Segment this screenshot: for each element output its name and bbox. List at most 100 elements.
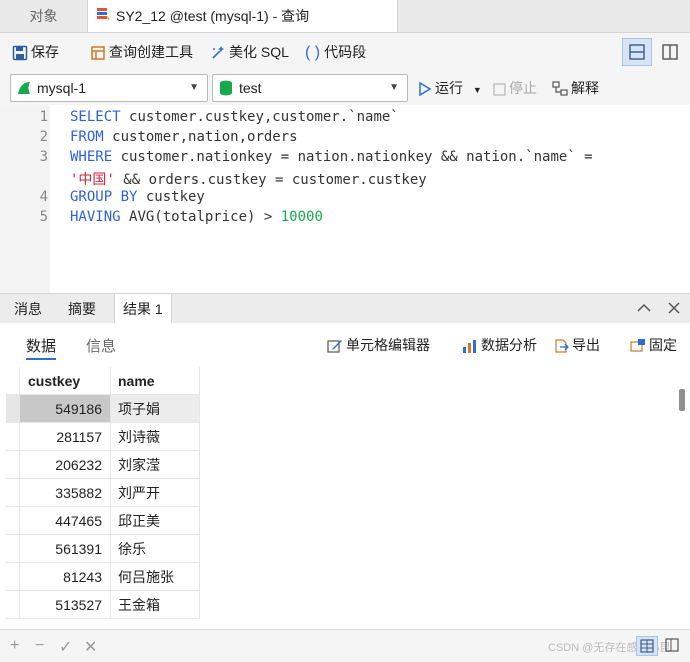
cell-custkey[interactable]: 561391: [20, 535, 111, 563]
run-button[interactable]: 运行 ▼: [418, 71, 482, 105]
pin-button[interactable]: 固定: [630, 335, 677, 355]
beautify-sql-label: 美化 SQL: [229, 44, 289, 60]
code-token: customer.nationkey = nation.nationkey &&…: [120, 149, 593, 165]
stop-icon: [493, 83, 506, 96]
status-bar: + − ✓ ✕ CSDN @无存在感的小昆: [0, 629, 690, 662]
code-token: SELECT: [70, 109, 130, 125]
sql-editor[interactable]: 1 2 3 4 5 SELECT customer.custkey,customer.`…: [0, 105, 690, 293]
row-header-corner: [6, 367, 20, 395]
cell-name[interactable]: 何吕施张: [111, 563, 200, 591]
code-token: customer,nation,orders: [112, 129, 298, 145]
code-token: && orders.custkey = customer.custkey: [114, 172, 427, 188]
result-grid[interactable]: custkey name 549186 项子娟 281157 刘诗薇 206232 刘家滢…: [0, 367, 676, 629]
split-vertical-button[interactable]: [656, 38, 684, 66]
vertical-scrollbar[interactable]: [676, 367, 688, 629]
data-analysis-button[interactable]: 数据分析: [462, 335, 537, 355]
split-vertical-icon: [662, 44, 678, 60]
row-header[interactable]: [6, 507, 20, 535]
export-label: 导出: [572, 337, 600, 353]
export-icon: [555, 339, 569, 353]
cell-name[interactable]: 刘严开: [111, 479, 200, 507]
analysis-icon: [463, 340, 476, 354]
code-token: customer.custkey,customer.`name`: [129, 109, 399, 125]
beautify-sql-button[interactable]: 美化 SQL: [210, 33, 289, 71]
result-subtabs: 数据 信息 单元格编辑器 数据分析 导出 固定: [0, 323, 690, 367]
code-line[interactable]: '中国' && orders.custkey = customer.custke…: [70, 169, 427, 189]
cell-name[interactable]: 刘诗薇: [111, 423, 200, 451]
run-dropdown-icon[interactable]: ▼: [473, 85, 482, 95]
column-header-name[interactable]: name: [111, 367, 200, 395]
parentheses-icon: ( ): [305, 44, 321, 61]
apply-changes-icon[interactable]: ✓: [59, 637, 72, 657]
save-icon: [12, 46, 28, 61]
cell-custkey[interactable]: 206232: [20, 451, 111, 479]
cell-name[interactable]: 邱正美: [111, 507, 200, 535]
cell-custkey[interactable]: 335882: [20, 479, 111, 507]
row-header[interactable]: [6, 479, 20, 507]
code-token: AVG(totalprice) >: [129, 209, 281, 225]
code-token: '中国': [70, 172, 115, 188]
cell-custkey[interactable]: 281157: [20, 423, 111, 451]
row-header[interactable]: [6, 591, 20, 619]
subtab-info[interactable]: 信息: [86, 335, 116, 356]
tab-result-1[interactable]: 结果 1: [114, 294, 172, 324]
connection-bar: mysql-1 ▼ test ▼ 运行 ▼ 停止 解释: [0, 71, 690, 105]
code-snippet-label: 代码段: [324, 44, 367, 60]
add-record-icon[interactable]: +: [10, 637, 19, 655]
row-header[interactable]: [6, 563, 20, 591]
tab-objects[interactable]: 对象: [0, 0, 88, 32]
code-line[interactable]: HAVING AVG(totalprice) > 10000: [70, 209, 323, 225]
scrollbar-thumb[interactable]: [679, 389, 685, 411]
delete-record-icon[interactable]: −: [35, 637, 44, 655]
connection-select[interactable]: mysql-1 ▼: [10, 74, 208, 102]
code-line[interactable]: WHERE customer.nationkey = nation.nation…: [70, 149, 593, 165]
split-horizontal-button[interactable]: [622, 38, 652, 66]
code-line[interactable]: FROM customer,nation,orders: [70, 129, 298, 145]
explain-button[interactable]: 解释: [552, 71, 599, 105]
cell-custkey[interactable]: 81243: [20, 563, 111, 591]
tab-messages[interactable]: 消息: [6, 294, 50, 324]
save-label: 保存: [31, 44, 59, 60]
code-line[interactable]: GROUP BY custkey: [70, 189, 205, 205]
tab-summary[interactable]: 摘要: [60, 294, 104, 324]
query-builder-button[interactable]: 查询创建工具: [90, 33, 193, 71]
code-snippet-button[interactable]: ( ) 代码段: [305, 33, 366, 71]
cell-custkey[interactable]: 549186: [20, 395, 111, 423]
row-header[interactable]: [6, 423, 20, 451]
stop-button[interactable]: 停止: [493, 71, 537, 105]
row-header[interactable]: [6, 451, 20, 479]
close-panel-button[interactable]: [666, 300, 682, 319]
chevron-down-icon: ▼: [189, 82, 199, 93]
row-header[interactable]: [6, 535, 20, 563]
cell-editor-button[interactable]: 单元格编辑器: [327, 335, 430, 355]
grid-view-button[interactable]: [636, 636, 658, 656]
sparkle-icon: [212, 46, 224, 59]
pin-icon: [630, 339, 645, 352]
cell-custkey[interactable]: 513527: [20, 591, 111, 619]
collapse-panel-button[interactable]: [636, 300, 652, 319]
chevron-down-icon: ▼: [389, 82, 399, 93]
subtab-data[interactable]: 数据: [26, 335, 57, 360]
row-header[interactable]: [6, 395, 20, 423]
mysql-connection-icon: [18, 82, 30, 94]
database-select[interactable]: test ▼: [212, 74, 408, 102]
stop-label: 停止: [509, 80, 537, 96]
cell-name[interactable]: 刘家滢: [111, 451, 200, 479]
chevron-up-icon: [637, 303, 651, 312]
column-header-custkey[interactable]: custkey: [20, 367, 111, 395]
connection-value: mysql-1: [37, 80, 87, 96]
save-button[interactable]: 保存: [12, 33, 59, 71]
cell-name[interactable]: 徐乐: [111, 535, 200, 563]
export-button[interactable]: 导出: [553, 335, 600, 355]
form-view-button[interactable]: [662, 636, 684, 656]
cell-custkey[interactable]: 447465: [20, 507, 111, 535]
discard-changes-icon[interactable]: ✕: [84, 637, 97, 657]
code-token: 10000: [280, 209, 323, 225]
tab-bar: 对象 SY2_12 @test (mysql-1) - 查询: [0, 0, 690, 33]
tab-query[interactable]: SY2_12 @test (mysql-1) - 查询: [88, 0, 398, 32]
data-analysis-label: 数据分析: [481, 337, 537, 353]
cell-name[interactable]: 项子娟: [111, 395, 200, 423]
cell-name[interactable]: 王金箱: [111, 591, 200, 619]
code-line[interactable]: SELECT customer.custkey,customer.`name`: [70, 109, 399, 125]
run-label: 运行: [435, 80, 463, 96]
